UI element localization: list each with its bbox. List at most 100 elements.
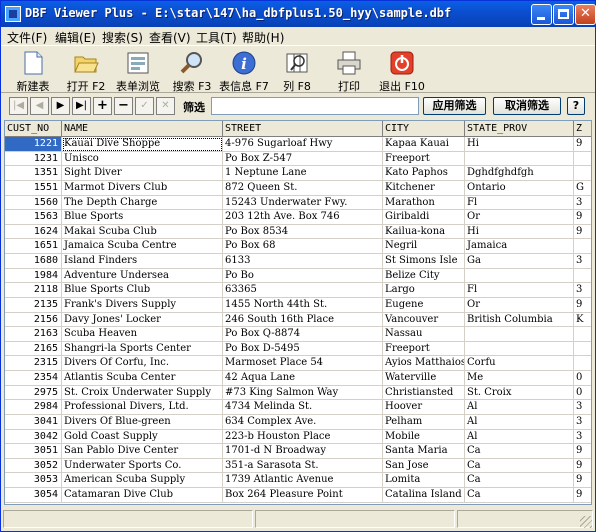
cell-street[interactable]: 246 South 16th Place [223,312,383,328]
menu-view[interactable]: 查看(V) [149,29,191,46]
cell-street[interactable]: 6133 [223,254,383,269]
cell-cust-no[interactable]: 2156 [5,312,62,328]
cell-zip[interactable]: 9 [574,459,591,474]
resize-grip[interactable] [580,516,592,528]
cell-cust-no[interactable]: 3053 [5,473,62,488]
cell-state-prov[interactable]: Hi [465,137,574,152]
menu-edit[interactable]: 编辑(E) [55,29,96,46]
table-row[interactable]: 1551 Marmot Divers Club 872 Queen St. Kitch… [5,180,591,196]
menu-tools[interactable]: 工具(T) [196,29,237,46]
cell-city[interactable]: Freeport [383,151,465,167]
close-button[interactable]: ✕ [575,4,596,25]
cell-zip[interactable]: G [574,181,591,196]
table-row[interactable]: 1563 Blue Sports 203 12th Ave. Box 746 Giri… [5,210,591,225]
cell-state-prov[interactable]: Ca [465,444,574,459]
cell-cust-no[interactable]: 2315 [5,356,62,371]
table-row[interactable]: 2135 Frank's Divers Supply 1455 North 44th… [5,297,591,313]
cell-street[interactable]: 203 12th Ave. Box 746 [223,210,383,225]
column-header-state-prov[interactable]: STATE_PROV [465,121,574,137]
cell-zip[interactable]: 3 [574,196,591,211]
title-bar[interactable]: DBF Viewer Plus - E:\star\147\ha_dbfplus… [1,1,596,27]
table-row[interactable]: 2156 Davy Jones' Locker 246 South 16th Pla… [5,312,591,328]
cell-state-prov[interactable]: Ca [465,488,574,503]
cell-state-prov[interactable]: Ga [465,254,574,269]
table-row[interactable]: 1651 Jamaica Scuba Centre Po Box 68 Negril J… [5,239,591,254]
cell-city[interactable]: Christiansted [383,385,465,401]
table-row[interactable]: 2118 Blue Sports Club 63365 Largo Fl 3 [5,283,591,298]
cell-zip[interactable]: 9 [574,225,591,240]
cell-state-prov[interactable]: Hi [465,224,574,240]
cell-name[interactable]: Underwater Sports Co. [62,458,223,474]
table-row[interactable]: 1984 Adventure Undersea Po Bo Belize City [5,268,591,284]
table-row[interactable]: 2315 Divers Of Corfu, Inc. Marmoset Place … [5,356,591,371]
table-row[interactable]: 1624 Makai Scuba Club Po Box 8534 Kailua-ko… [5,224,591,240]
minimize-button[interactable] [531,4,552,25]
cell-state-prov[interactable]: Corfu [465,356,574,371]
cell-city[interactable]: Nassau [383,327,465,342]
cell-state-prov[interactable]: Al [465,400,574,415]
table-row[interactable]: 2975 St. Croix Underwater Supply #73 King … [5,385,591,401]
cell-name[interactable]: Davy Jones' Locker [62,312,223,328]
table-row[interactable]: 1680 Island Finders 6133 St Simons Isle Ga 3 [5,254,591,269]
cell-name[interactable]: San Pablo Dive Center [62,444,223,459]
cell-state-prov[interactable]: Or [465,297,574,313]
cell-cust-no[interactable]: 1680 [5,254,62,269]
table-row[interactable]: 2984 Professional Divers, Ltd. 4734 Melind… [5,400,591,415]
cell-state-prov[interactable]: Me [465,371,574,386]
cell-name[interactable]: Shangri-la Sports Center [62,341,223,357]
cell-street[interactable]: 63365 [223,283,383,298]
cell-name[interactable]: Makai Scuba Club [62,224,223,240]
cell-cust-no[interactable]: 1221 [5,137,62,152]
cell-name[interactable]: Frank's Divers Supply [62,297,223,313]
new-table-button[interactable]: 新建表 [11,48,55,93]
cell-name[interactable]: The Depth Charge [62,195,223,211]
search-button[interactable]: 搜索 F3 [169,48,215,93]
cell-zip[interactable]: 9 [574,444,591,459]
cell-name[interactable]: Gold Coast Supply [62,429,223,445]
cell-cust-no[interactable]: 3041 [5,414,62,430]
table-row[interactable]: 1231 Unisco Po Box Z-547 Freeport [5,151,591,167]
form-view-button[interactable]: 表单浏览 [113,48,163,93]
cell-city[interactable]: Eugene [383,297,465,313]
apply-filter-button[interactable]: 应用筛选 [423,97,486,115]
cell-street[interactable]: Box 264 Pleasure Point [223,488,383,503]
cell-cust-no[interactable]: 2975 [5,385,62,401]
table-row[interactable]: 2165 Shangri-la Sports Center Po Box D-549… [5,341,591,357]
cell-name[interactable]: American Scuba Supply [62,473,223,488]
exit-button[interactable]: 退出 F10 [375,48,429,93]
cell-street[interactable]: 4-976 Sugarloaf Hwy [223,137,383,152]
cell-street[interactable]: 872 Queen St. [223,180,383,196]
cell-street[interactable]: 42 Aqua Lane [223,371,383,386]
cell-cust-no[interactable]: 2163 [5,327,62,342]
cell-cust-no[interactable]: 1984 [5,268,62,284]
cell-city[interactable]: San Jose [383,458,465,474]
cell-city[interactable]: Kitchener [383,180,465,196]
cell-cust-no[interactable]: 2118 [5,283,62,298]
table-row[interactable]: 1560 The Depth Charge 15243 Underwater Fwy… [5,195,591,211]
cell-city[interactable]: Catalina Island [383,488,465,503]
cell-name[interactable]: Scuba Heaven [62,327,223,342]
table-row[interactable]: 3052 Underwater Sports Co. 351-a Sarasota … [5,458,591,474]
cell-cust-no[interactable]: 2354 [5,371,62,386]
cell-name[interactable]: Divers Of Blue-green [62,414,223,430]
cell-cust-no[interactable]: 1624 [5,224,62,240]
cell-cust-no[interactable]: 3042 [5,429,62,445]
cell-city[interactable]: Santa Maria [383,444,465,459]
cell-city[interactable]: Kato Paphos [383,166,465,181]
cell-name[interactable]: Jamaica Scuba Centre [62,239,223,254]
cell-zip[interactable]: 9 [574,473,591,488]
cell-zip[interactable] [574,342,591,357]
cell-cust-no[interactable]: 1651 [5,239,62,254]
table-row[interactable]: 2354 Atlantis Scuba Center 42 Aqua Lane Wat… [5,371,591,386]
first-record-button[interactable]: |◀ [9,97,28,115]
table-row[interactable]: 1351 Sight Diver 1 Neptune Lane Kato Paphos… [5,166,591,181]
edit-record-button[interactable]: ✓ [135,97,154,115]
cell-city[interactable]: Belize City [383,268,465,284]
last-record-button[interactable]: ▶| [72,97,91,115]
cell-city[interactable]: Kapaa Kauai [383,137,465,152]
cell-state-prov[interactable] [465,327,574,342]
cell-city[interactable]: Lomita [383,473,465,488]
column-header-city[interactable]: CITY [383,121,465,137]
cell-cust-no[interactable]: 2984 [5,400,62,415]
cell-zip[interactable] [574,152,591,167]
